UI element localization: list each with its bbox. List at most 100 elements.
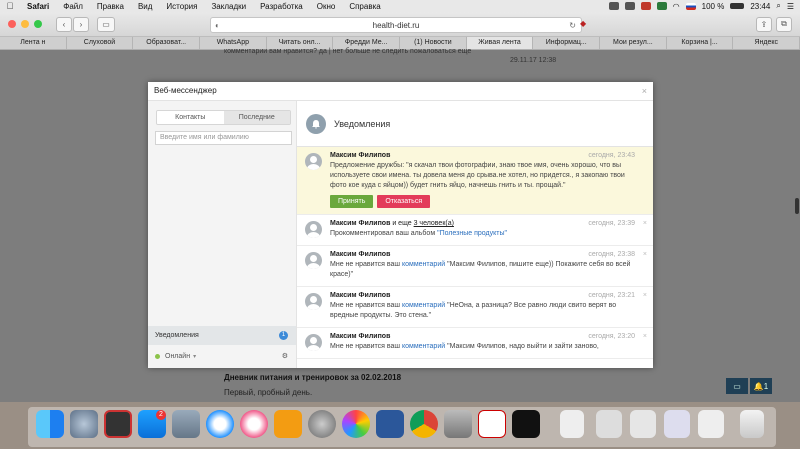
tabs-overview-icon[interactable]: ⧉: [776, 16, 792, 32]
word-icon[interactable]: [376, 410, 404, 438]
menu-help[interactable]: Справка: [342, 2, 387, 11]
bell-icon[interactable]: 🔔1: [750, 378, 772, 394]
album-link[interactable]: "Полезные продукты": [437, 230, 507, 237]
sidebar-icon[interactable]: ▭: [97, 16, 115, 32]
tab-10[interactable]: Мои резул...: [600, 37, 667, 49]
close-icon[interactable]: ×: [642, 82, 647, 100]
activity-monitor-icon[interactable]: [512, 410, 540, 438]
clock[interactable]: 23:44: [750, 2, 770, 11]
online-status-row[interactable]: Онлайн ▾ ⚙: [148, 347, 296, 366]
page-scrollbar[interactable]: [795, 198, 799, 214]
safari-toolbar: ‹ › ▭ ◐ health-diet.ru ↻ ⇪ ⧉ ◆: [0, 12, 800, 37]
address-bar[interactable]: ◐ health-diet.ru ↻: [210, 17, 582, 33]
comment-link[interactable]: комментарий: [402, 343, 445, 350]
launchpad-icon[interactable]: [70, 410, 98, 438]
comment-link[interactable]: комментарий: [402, 261, 445, 268]
avatar[interactable]: [305, 252, 322, 269]
online-status-label[interactable]: Онлайн: [165, 353, 190, 360]
avatar[interactable]: [305, 293, 322, 310]
polar-icon[interactable]: [478, 410, 506, 438]
photo-booth-icon[interactable]: [104, 410, 132, 438]
forward-button[interactable]: ›: [73, 16, 89, 32]
sidebar-item-notifications[interactable]: Уведомления 1: [148, 326, 296, 345]
back-button[interactable]: ‹: [56, 16, 72, 32]
photos-icon[interactable]: [342, 410, 370, 438]
avatar[interactable]: [305, 153, 322, 170]
tray-app-icon-4[interactable]: [656, 2, 667, 10]
bg-date: 29.11.17 12:38: [510, 57, 557, 64]
wifi-icon[interactable]: ◠: [673, 2, 680, 11]
tray-app-icon[interactable]: [608, 2, 619, 10]
avatar[interactable]: [305, 334, 322, 351]
tab-12[interactable]: Яндекс: [733, 37, 800, 49]
contact-search-input[interactable]: Введите имя или фамилию: [155, 131, 292, 145]
battery-percent[interactable]: 100 %: [702, 2, 725, 11]
share-icon[interactable]: ⇪: [756, 16, 772, 32]
notification-center-icon[interactable]: ☰: [787, 2, 794, 11]
tab-2[interactable]: Слуховой: [67, 37, 134, 49]
dismiss-icon[interactable]: ×: [643, 333, 647, 340]
tab-9[interactable]: Информац...: [533, 37, 601, 49]
bell-icon: [306, 113, 326, 134]
itunes-icon[interactable]: [240, 410, 268, 438]
input-source-flag-icon[interactable]: [685, 2, 696, 10]
menu-safari[interactable]: Safari: [20, 2, 56, 11]
dismiss-icon[interactable]: ×: [643, 292, 647, 299]
menu-view[interactable]: Вид: [131, 2, 159, 11]
notification-item: Максим Филипов сегодня, 23:21 × Мне не н…: [297, 287, 653, 328]
tray-app-icon-2[interactable]: [624, 2, 635, 10]
tab-11[interactable]: Корзина |...: [667, 37, 734, 49]
reader-icon[interactable]: ◐: [215, 21, 220, 30]
document-thumbnail-icon-5[interactable]: [698, 410, 724, 438]
finder-icon[interactable]: [36, 410, 64, 438]
tray-app-icon-3[interactable]: [640, 2, 651, 10]
system-preferences-icon[interactable]: [308, 410, 336, 438]
document-thumbnail-icon[interactable]: [560, 410, 584, 438]
others-link[interactable]: 3 человек(а): [414, 220, 454, 227]
document-thumbnail-icon-2[interactable]: [596, 410, 622, 438]
tab-3[interactable]: Образоват...: [133, 37, 201, 49]
window-controls: [0, 20, 42, 28]
close-window-button[interactable]: [8, 20, 16, 28]
document-thumbnail-icon-3[interactable]: [630, 410, 656, 438]
tab-contacts[interactable]: Контакты: [157, 111, 224, 124]
accept-button[interactable]: Принять: [330, 195, 374, 208]
extension-icon[interactable]: ◆: [580, 19, 586, 28]
dialog-title: Веб-мессенджер: [154, 86, 217, 95]
spotlight-icon[interactable]: ⌕: [776, 1, 780, 11]
menu-edit[interactable]: Правка: [90, 2, 131, 11]
bg-diary-title[interactable]: Дневник питания и тренировок за 02.02.20…: [224, 373, 401, 382]
menu-develop[interactable]: Разработка: [253, 2, 310, 11]
reject-button[interactable]: Отказаться: [377, 195, 431, 208]
menu-history[interactable]: История: [159, 2, 204, 11]
battery-icon[interactable]: [730, 3, 745, 9]
zoom-window-button[interactable]: [34, 20, 42, 28]
trash-icon[interactable]: [740, 410, 764, 438]
notifications-pane: Уведомления Максим Филипов сегодня, 23:4…: [297, 101, 653, 368]
gear-icon[interactable]: ⚙: [282, 352, 288, 360]
reload-icon[interactable]: ↻: [569, 21, 576, 30]
tab-1[interactable]: Лента н: [0, 37, 67, 49]
preview-icon[interactable]: [172, 410, 200, 438]
notification-text: Мне не нравится ваш комментарий "Максим …: [330, 342, 635, 352]
chrome-icon[interactable]: [410, 410, 438, 438]
ibooks-icon[interactable]: [274, 410, 302, 438]
menu-bookmarks[interactable]: Закладки: [204, 2, 253, 11]
safari-icon[interactable]: [206, 410, 234, 438]
tab-recent[interactable]: Последние: [223, 111, 290, 124]
sender-name[interactable]: Максим Филипов: [330, 220, 390, 227]
dismiss-icon[interactable]: ×: [643, 220, 647, 227]
menu-window[interactable]: Окно: [310, 2, 343, 11]
tab-8-active[interactable]: Живая лента: [466, 37, 534, 49]
image-capture-icon[interactable]: [444, 410, 472, 438]
document-thumbnail-icon-4[interactable]: [664, 410, 690, 438]
apple-menu-icon[interactable]: : [0, 1, 20, 11]
chevron-down-icon[interactable]: ▾: [193, 353, 196, 360]
dismiss-icon[interactable]: ×: [643, 251, 647, 258]
chat-icon[interactable]: ▭: [726, 378, 748, 394]
minimize-window-button[interactable]: [21, 20, 29, 28]
notification-item: Максим Филипов сегодня, 23:38 × Мне не н…: [297, 246, 653, 287]
menu-file[interactable]: Файл: [56, 2, 90, 11]
avatar[interactable]: [305, 221, 322, 238]
comment-link[interactable]: комментарий: [402, 302, 445, 309]
